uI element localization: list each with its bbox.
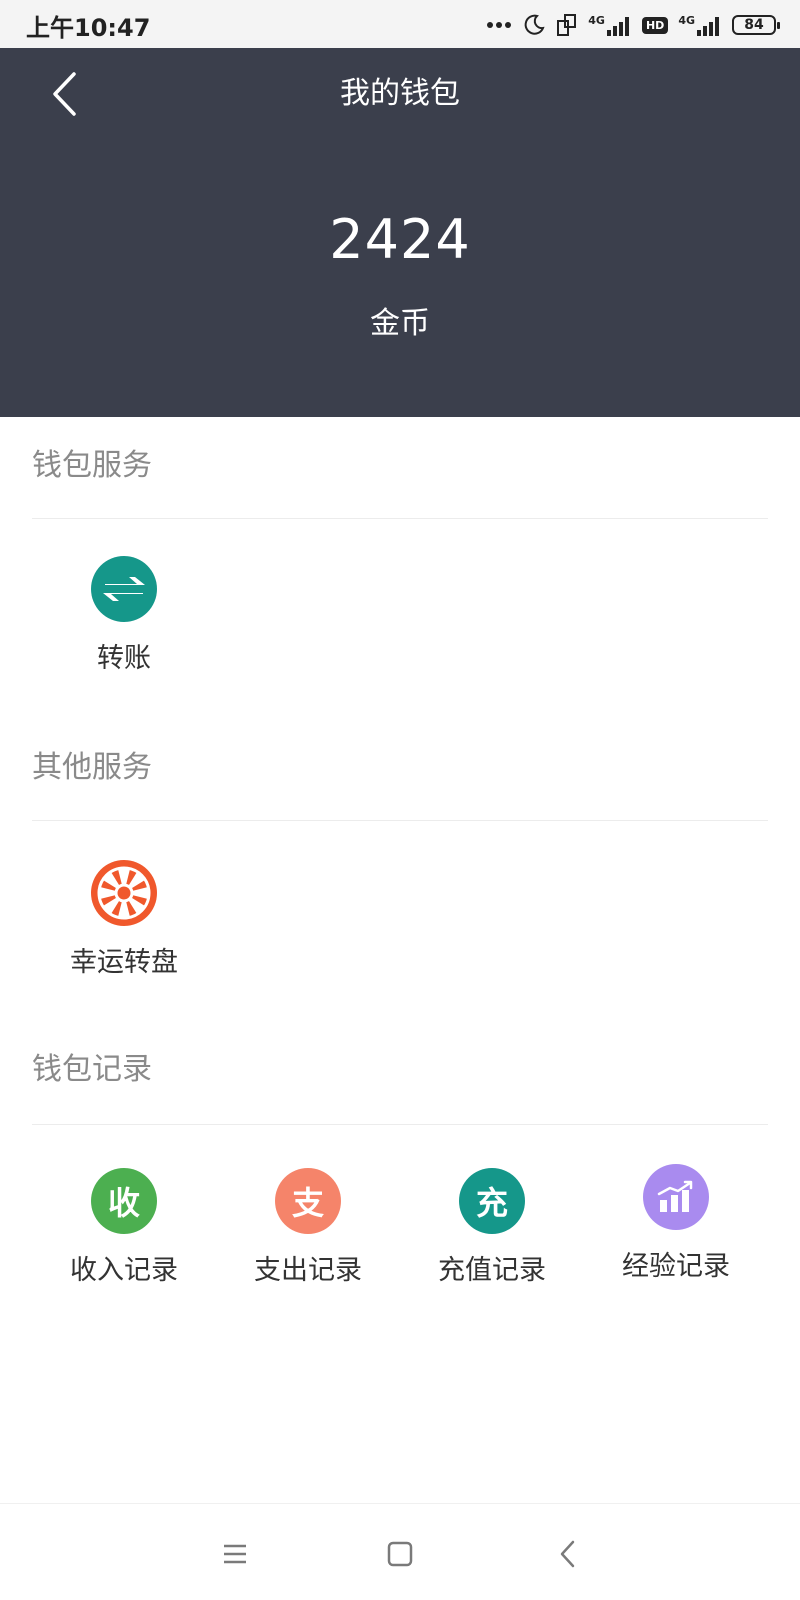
wallet-page: 上午10:47 4G HD 4G 84 我的钱包 2424 金币 钱包服务 转账…	[0, 0, 800, 1600]
experience-chart-icon	[643, 1164, 709, 1230]
home-button[interactable]	[380, 1534, 420, 1574]
expense-record-button[interactable]: 支 支出记录	[216, 1168, 400, 1287]
signal-label-2: 4G	[678, 14, 695, 27]
coin-unit-label: 金币	[370, 306, 430, 341]
page-title: 我的钱包	[340, 76, 460, 111]
coin-balance: 2424	[329, 208, 471, 271]
recharge-record-label: 充值记录	[438, 1255, 546, 1286]
transfer-button[interactable]: 转账	[32, 556, 216, 675]
lucky-wheel-icon	[91, 860, 157, 926]
experience-record-button[interactable]: 经验记录	[584, 1164, 768, 1283]
section-divider	[32, 820, 768, 821]
status-icons: 4G HD 4G 84	[486, 10, 780, 40]
wallet-header: 我的钱包 2424 金币	[0, 48, 800, 417]
signal-label-1: 4G	[588, 14, 605, 27]
signal-icon-1: 4G	[588, 14, 632, 36]
moon-icon	[522, 13, 546, 37]
expense-record-label: 支出记录	[254, 1255, 362, 1286]
recharge-record-button[interactable]: 充 充值记录	[400, 1168, 584, 1287]
section-divider	[32, 518, 768, 519]
battery-level: 84	[744, 17, 764, 33]
hd-label: HD	[641, 16, 669, 34]
hd-icon: HD	[641, 16, 669, 34]
menu-icon	[224, 1544, 246, 1564]
status-bar: 上午10:47 4G HD 4G 84	[0, 0, 800, 48]
lucky-wheel-button[interactable]: 幸运转盘	[32, 860, 216, 979]
experience-record-label: 经验记录	[622, 1251, 730, 1282]
income-record-button[interactable]: 收 收入记录	[32, 1168, 216, 1287]
screen-rotate-icon	[556, 13, 578, 37]
home-square-icon	[387, 1541, 413, 1567]
menu-button[interactable]	[215, 1534, 255, 1574]
transfer-label: 转账	[97, 643, 151, 674]
recharge-icon: 充	[459, 1168, 525, 1234]
more-dots-icon	[486, 21, 512, 29]
battery-icon: 84	[732, 15, 780, 35]
section-title-wallet-services: 钱包服务	[32, 448, 152, 483]
chevron-left-icon	[560, 1540, 575, 1568]
transfer-icon	[91, 556, 157, 622]
section-title-other-services: 其他服务	[32, 750, 152, 785]
lucky-wheel-label: 幸运转盘	[70, 947, 178, 978]
expense-icon: 支	[275, 1168, 341, 1234]
system-nav-bar	[0, 1503, 800, 1600]
section-title-wallet-records: 钱包记录	[32, 1052, 152, 1087]
income-icon: 收	[91, 1168, 157, 1234]
status-time: 上午10:47	[26, 14, 151, 42]
signal-icon-2: 4G	[678, 14, 722, 36]
nav-back-button[interactable]	[548, 1534, 588, 1574]
section-divider	[32, 1124, 768, 1125]
income-record-label: 收入记录	[70, 1255, 178, 1286]
